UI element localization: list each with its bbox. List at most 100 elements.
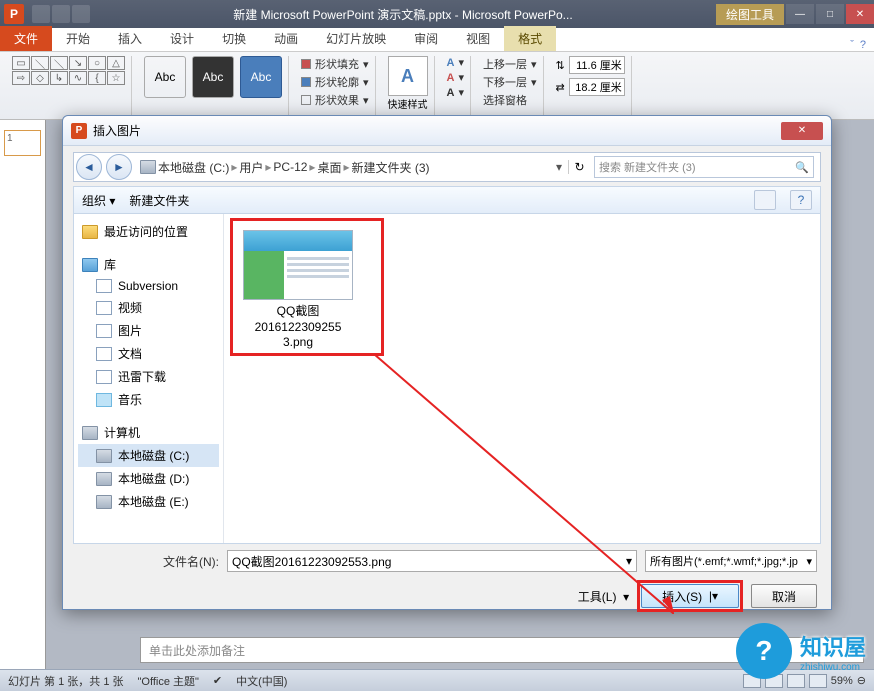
text-outline-button[interactable]: A ▾ — [447, 71, 464, 84]
tools-button[interactable]: 工具(L) ▾ — [578, 588, 629, 605]
shape-brace-icon[interactable]: { — [88, 71, 106, 85]
filename-input[interactable]: QQ截图20161223092553.png ▾ — [227, 550, 637, 572]
text-effects-button[interactable]: A ▾ — [447, 86, 464, 99]
tree-disk-c[interactable]: 本地磁盘 (C:) — [78, 444, 219, 467]
status-slide: 幻灯片 第 1 张，共 1 张 — [8, 673, 124, 689]
send-backward-button[interactable]: 下移一层 ▾ — [483, 74, 537, 90]
tree-disk-e[interactable]: 本地磁盘 (E:) — [78, 490, 219, 513]
nav-forward-button[interactable]: ► — [106, 154, 132, 180]
qat-undo-icon[interactable] — [52, 5, 70, 23]
annotation-box-2: 插入(S) |▾ — [637, 580, 743, 612]
help-button[interactable]: ? — [790, 190, 812, 210]
insert-button[interactable]: 插入(S) |▾ — [641, 584, 739, 608]
tab-view[interactable]: 视图 — [452, 26, 504, 51]
close-button[interactable]: ✕ — [846, 4, 874, 24]
shape-fill-button[interactable]: 形状填充 ▾ — [301, 56, 369, 72]
tree-downloads[interactable]: 迅雷下载 — [78, 365, 219, 388]
shape-arrb-icon[interactable]: ⇨ — [12, 71, 30, 85]
refresh-button[interactable]: ↻ — [568, 160, 590, 174]
height-input[interactable] — [569, 56, 625, 74]
tab-format[interactable]: 格式 — [504, 26, 556, 51]
filename-dropdown-icon[interactable]: ▾ — [626, 554, 632, 568]
shape-diamond-icon[interactable]: ◇ — [31, 71, 49, 85]
crumb-2[interactable]: PC-12 — [273, 160, 307, 174]
crumb-1[interactable]: 用户 — [239, 159, 263, 176]
tree-pictures[interactable]: 图片 — [78, 319, 219, 342]
tab-file[interactable]: 文件 — [0, 26, 52, 51]
shape-star-icon[interactable]: ☆ — [107, 71, 125, 85]
shape-oval-icon[interactable]: ○ — [88, 56, 106, 70]
file-list-area[interactable]: QQ截图 2016122309255 3.png — [224, 214, 820, 543]
qat-redo-icon[interactable] — [72, 5, 90, 23]
slide-panel[interactable]: 1 — [0, 120, 46, 669]
crumb-0[interactable]: 本地磁盘 (C:) — [158, 159, 229, 176]
crumb-dropdown-icon[interactable]: ▾ — [550, 160, 568, 174]
shape-curve-icon[interactable]: ∿ — [69, 71, 87, 85]
tab-design[interactable]: 设计 — [156, 26, 208, 51]
tree-videos[interactable]: 视频 — [78, 296, 219, 319]
crumb-4[interactable]: 新建文件夹 (3) — [352, 159, 430, 176]
shape-rect-icon[interactable]: ▭ — [12, 56, 30, 70]
documents-icon — [96, 347, 112, 361]
watermark-url: zhishiwu.com — [800, 662, 866, 673]
shape-styles-group: Abc Abc Abc — [138, 56, 289, 115]
folder-tree[interactable]: 最近访问的位置 库 Subversion 视频 图片 文档 迅雷下载 音乐 计算… — [74, 214, 224, 543]
filter-dropdown-icon[interactable]: ▾ — [806, 555, 812, 568]
style-abc-3[interactable]: Abc — [240, 56, 282, 98]
crumb-3[interactable]: 桌面 — [317, 159, 341, 176]
minimize-ribbon-icon[interactable]: ˇ — [850, 39, 854, 51]
tab-home[interactable]: 开始 — [52, 26, 104, 51]
tree-libraries[interactable]: 库 — [78, 253, 219, 276]
selection-pane-button[interactable]: 选择窗格 — [483, 92, 537, 108]
breadcrumb[interactable]: 本地磁盘 (C:)▸ 用户▸ PC-12▸ 桌面▸ 新建文件夹 (3) — [134, 159, 550, 176]
tree-subversion[interactable]: Subversion — [78, 276, 219, 296]
ribbon: ▭ ＼ ＼ ↘ ○ △ ⇨ ◇ ↳ ∿ { ☆ Abc Abc Abc 形状填充… — [0, 52, 874, 120]
tree-music[interactable]: 音乐 — [78, 388, 219, 411]
minimize-button[interactable]: — — [786, 4, 814, 24]
tree-recent[interactable]: 最近访问的位置 — [78, 220, 219, 243]
shape-effects-button[interactable]: 形状效果 ▾ — [301, 92, 369, 108]
tab-review[interactable]: 审阅 — [400, 26, 452, 51]
width-input[interactable] — [569, 78, 625, 96]
maximize-button[interactable]: □ — [816, 4, 844, 24]
view-mode-button[interactable] — [754, 190, 776, 210]
search-icon[interactable]: 🔍 — [795, 161, 809, 174]
tree-disk-d[interactable]: 本地磁盘 (D:) — [78, 467, 219, 490]
file-filter-select[interactable]: 所有图片(*.emf;*.wmf;*.jpg;*.jp ▾ — [645, 550, 817, 572]
text-fill-button[interactable]: A ▾ — [447, 56, 464, 69]
tree-documents[interactable]: 文档 — [78, 342, 219, 365]
dialog-nav-bar: ◄ ► 本地磁盘 (C:)▸ 用户▸ PC-12▸ 桌面▸ 新建文件夹 (3) … — [73, 152, 821, 182]
style-abc-1[interactable]: Abc — [144, 56, 186, 98]
shape-tri-icon[interactable]: △ — [107, 56, 125, 70]
style-abc-2[interactable]: Abc — [192, 56, 234, 98]
status-spell-icon[interactable]: ✔ — [213, 674, 222, 687]
tab-slideshow[interactable]: 幻灯片放映 — [312, 26, 400, 51]
help-icon[interactable]: ? — [860, 39, 866, 51]
quick-styles-button[interactable]: A — [388, 56, 428, 96]
tab-transition[interactable]: 切换 — [208, 26, 260, 51]
music-icon — [96, 393, 112, 407]
tree-computer[interactable]: 计算机 — [78, 421, 219, 444]
watermark-brand: 知识屋 — [800, 630, 866, 662]
qat-save-icon[interactable] — [32, 5, 50, 23]
shape-conn-icon[interactable]: ↳ — [50, 71, 68, 85]
shape-arrow-icon[interactable]: ↘ — [69, 56, 87, 70]
new-folder-button[interactable]: 新建文件夹 — [129, 192, 189, 209]
insert-picture-dialog: P 插入图片 ✕ ◄ ► 本地磁盘 (C:)▸ 用户▸ PC-12▸ 桌面▸ 新… — [62, 115, 832, 610]
dialog-close-button[interactable]: ✕ — [781, 122, 823, 140]
computer-icon — [82, 426, 98, 440]
bring-forward-button[interactable]: 上移一层 ▾ — [483, 56, 537, 72]
quick-access-toolbar — [32, 5, 90, 23]
tab-insert[interactable]: 插入 — [104, 26, 156, 51]
library-icon — [82, 258, 98, 272]
shape-line2-icon[interactable]: ＼ — [50, 56, 68, 70]
nav-back-button[interactable]: ◄ — [76, 154, 102, 180]
search-input[interactable]: 搜索 新建文件夹 (3) 🔍 — [594, 156, 814, 178]
organize-button[interactable]: 组织 ▾ — [82, 192, 115, 209]
status-lang[interactable]: 中文(中国) — [236, 673, 287, 689]
shape-outline-button[interactable]: 形状轮廓 ▾ — [301, 74, 369, 90]
tab-animation[interactable]: 动画 — [260, 26, 312, 51]
shape-line-icon[interactable]: ＼ — [31, 56, 49, 70]
cancel-button[interactable]: 取消 — [751, 584, 817, 608]
slide-thumbnail-1[interactable]: 1 — [4, 130, 41, 156]
